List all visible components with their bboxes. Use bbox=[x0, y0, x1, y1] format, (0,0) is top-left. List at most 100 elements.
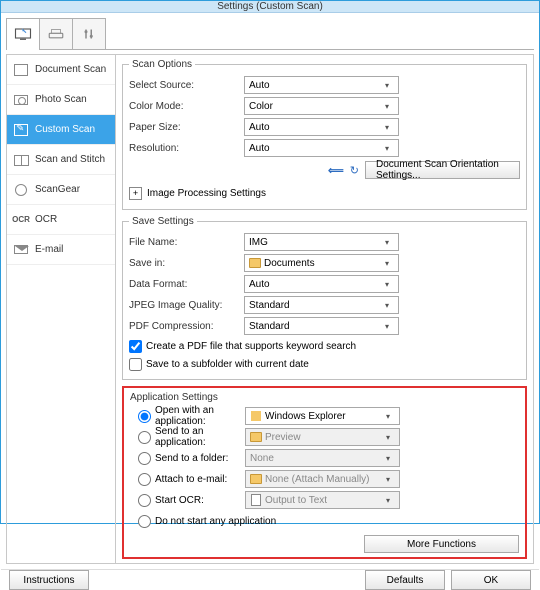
chevron-down-icon: ▾ bbox=[381, 412, 395, 421]
save-settings-legend: Save Settings bbox=[129, 216, 197, 227]
sidebar-item-label: E-mail bbox=[35, 244, 63, 255]
select-source-label: Select Source: bbox=[129, 80, 244, 91]
jpeg-quality-dropdown[interactable]: Standard▾ bbox=[244, 296, 399, 314]
monitor-icon bbox=[14, 28, 32, 42]
save-in-label: Save in: bbox=[129, 258, 244, 269]
chevron-down-icon: ▾ bbox=[380, 123, 394, 132]
send-to-app-radio[interactable] bbox=[138, 431, 151, 444]
chevron-down-icon: ▾ bbox=[380, 259, 394, 268]
sidebar-item-label: Document Scan bbox=[35, 64, 106, 75]
scan-options-group: Scan Options Select Source:Auto▾ Color M… bbox=[122, 59, 527, 210]
chevron-down-icon: ▾ bbox=[380, 280, 394, 289]
folder-icon bbox=[249, 257, 261, 269]
scanner-icon bbox=[47, 27, 65, 41]
ok-button[interactable]: OK bbox=[451, 570, 531, 590]
start-ocr-dropdown[interactable]: Output to Text▾ bbox=[245, 491, 400, 509]
sidebar-item-scan-and-stitch[interactable]: Scan and Stitch bbox=[7, 145, 115, 175]
custom-icon bbox=[13, 123, 29, 137]
chevron-down-icon: ▾ bbox=[380, 322, 394, 331]
attach-email-label: Attach to e-mail: bbox=[155, 474, 227, 485]
open-with-radio[interactable] bbox=[138, 410, 151, 423]
tools-icon bbox=[80, 27, 98, 41]
document-icon bbox=[13, 63, 29, 77]
color-mode-dropdown[interactable]: Color▾ bbox=[244, 97, 399, 115]
refresh-icon[interactable]: ↻ bbox=[350, 164, 359, 177]
sidebar-item-label: Photo Scan bbox=[35, 94, 87, 105]
image-processing-expand[interactable]: + Image Processing Settings bbox=[129, 183, 520, 203]
chevron-down-icon: ▾ bbox=[381, 433, 395, 442]
save-settings-group: Save Settings File Name:IMG▾ Save in:Doc… bbox=[122, 216, 527, 380]
orientation-settings-button[interactable]: Document Scan Orientation Settings... bbox=[365, 161, 520, 179]
send-to-app-dropdown[interactable]: Preview▾ bbox=[245, 428, 400, 446]
send-to-folder-radio[interactable] bbox=[138, 452, 151, 465]
back-icon[interactable]: ⟸ bbox=[328, 164, 344, 177]
sidebar-item-label: OCR bbox=[35, 214, 57, 225]
start-ocr-label: Start OCR: bbox=[155, 495, 204, 506]
paper-size-label: Paper Size: bbox=[129, 122, 244, 133]
application-settings-group: Application Settings Open with an applic… bbox=[122, 386, 527, 559]
application-settings-legend: Application Settings bbox=[130, 392, 519, 403]
photo-icon bbox=[13, 93, 29, 107]
chevron-down-icon: ▾ bbox=[380, 144, 394, 153]
resolution-label: Resolution: bbox=[129, 143, 244, 154]
select-source-dropdown[interactable]: Auto▾ bbox=[244, 76, 399, 94]
do-not-start-label: Do not start any application bbox=[155, 516, 276, 527]
sidebar-item-document-scan[interactable]: Document Scan bbox=[7, 55, 115, 85]
tab-general[interactable] bbox=[72, 18, 106, 49]
pdf-compression-dropdown[interactable]: Standard▾ bbox=[244, 317, 399, 335]
more-functions-button[interactable]: More Functions bbox=[364, 535, 519, 553]
chevron-down-icon: ▾ bbox=[380, 301, 394, 310]
body: Document Scan Photo Scan Custom Scan Sca… bbox=[6, 54, 534, 564]
chevron-down-icon: ▾ bbox=[380, 102, 394, 111]
settings-window: Settings (Custom Scan) Document Scan Pho… bbox=[0, 0, 540, 524]
footer: Instructions Defaults OK bbox=[1, 569, 539, 590]
chevron-down-icon: ▾ bbox=[381, 496, 395, 505]
send-to-folder-dropdown[interactable]: None▾ bbox=[245, 449, 400, 467]
open-with-dropdown[interactable]: Windows Explorer▾ bbox=[245, 407, 400, 425]
chevron-down-icon: ▾ bbox=[381, 475, 395, 484]
tab-scan-from-panel[interactable] bbox=[39, 18, 73, 49]
folder-icon bbox=[250, 431, 262, 443]
file-name-field[interactable]: IMG▾ bbox=[244, 233, 399, 251]
sidebar-item-ocr[interactable]: OCR OCR bbox=[7, 205, 115, 235]
sidebar: Document Scan Photo Scan Custom Scan Sca… bbox=[6, 54, 116, 564]
send-to-app-label: Send to an application: bbox=[155, 426, 245, 448]
attach-email-radio[interactable] bbox=[138, 473, 151, 486]
jpeg-quality-label: JPEG Image Quality: bbox=[129, 300, 244, 311]
instructions-button[interactable]: Instructions bbox=[9, 570, 89, 590]
subfolder-checkbox[interactable] bbox=[129, 358, 142, 371]
tab-scan-from-computer[interactable] bbox=[6, 18, 40, 50]
sidebar-item-email[interactable]: E-mail bbox=[7, 235, 115, 265]
chevron-down-icon: ▾ bbox=[380, 81, 394, 90]
sidebar-item-label: ScanGear bbox=[35, 184, 80, 195]
save-in-dropdown[interactable]: Documents▾ bbox=[244, 254, 399, 272]
ocr-icon: OCR bbox=[13, 213, 29, 227]
resolution-dropdown[interactable]: Auto▾ bbox=[244, 139, 399, 157]
title-bar: Settings (Custom Scan) bbox=[1, 1, 539, 13]
data-format-dropdown[interactable]: Auto▾ bbox=[244, 275, 399, 293]
window-title: Settings (Custom Scan) bbox=[217, 1, 323, 12]
defaults-button[interactable]: Defaults bbox=[365, 570, 445, 590]
sidebar-item-scangear[interactable]: ScanGear bbox=[7, 175, 115, 205]
send-to-folder-label: Send to a folder: bbox=[155, 453, 228, 464]
paper-size-dropdown[interactable]: Auto▾ bbox=[244, 118, 399, 136]
pdf-keyword-checkbox[interactable] bbox=[129, 340, 142, 353]
attach-email-dropdown[interactable]: None (Attach Manually)▾ bbox=[245, 470, 400, 488]
folder-icon bbox=[250, 473, 262, 485]
main-panel: Scan Options Select Source:Auto▾ Color M… bbox=[116, 54, 534, 564]
sidebar-item-custom-scan[interactable]: Custom Scan bbox=[7, 115, 115, 145]
scan-options-legend: Scan Options bbox=[129, 59, 195, 70]
chevron-down-icon: ▾ bbox=[380, 238, 394, 247]
start-ocr-radio[interactable] bbox=[138, 494, 151, 507]
do-not-start-radio[interactable] bbox=[138, 515, 151, 528]
sidebar-item-label: Scan and Stitch bbox=[35, 154, 105, 165]
image-processing-label: Image Processing Settings bbox=[147, 188, 266, 199]
plus-icon: + bbox=[129, 187, 142, 200]
mail-icon bbox=[13, 243, 29, 257]
content: Document Scan Photo Scan Custom Scan Sca… bbox=[1, 13, 539, 569]
gear-icon bbox=[13, 183, 29, 197]
sidebar-item-photo-scan[interactable]: Photo Scan bbox=[7, 85, 115, 115]
explorer-icon bbox=[250, 410, 262, 422]
color-mode-label: Color Mode: bbox=[129, 101, 244, 112]
data-format-label: Data Format: bbox=[129, 279, 244, 290]
